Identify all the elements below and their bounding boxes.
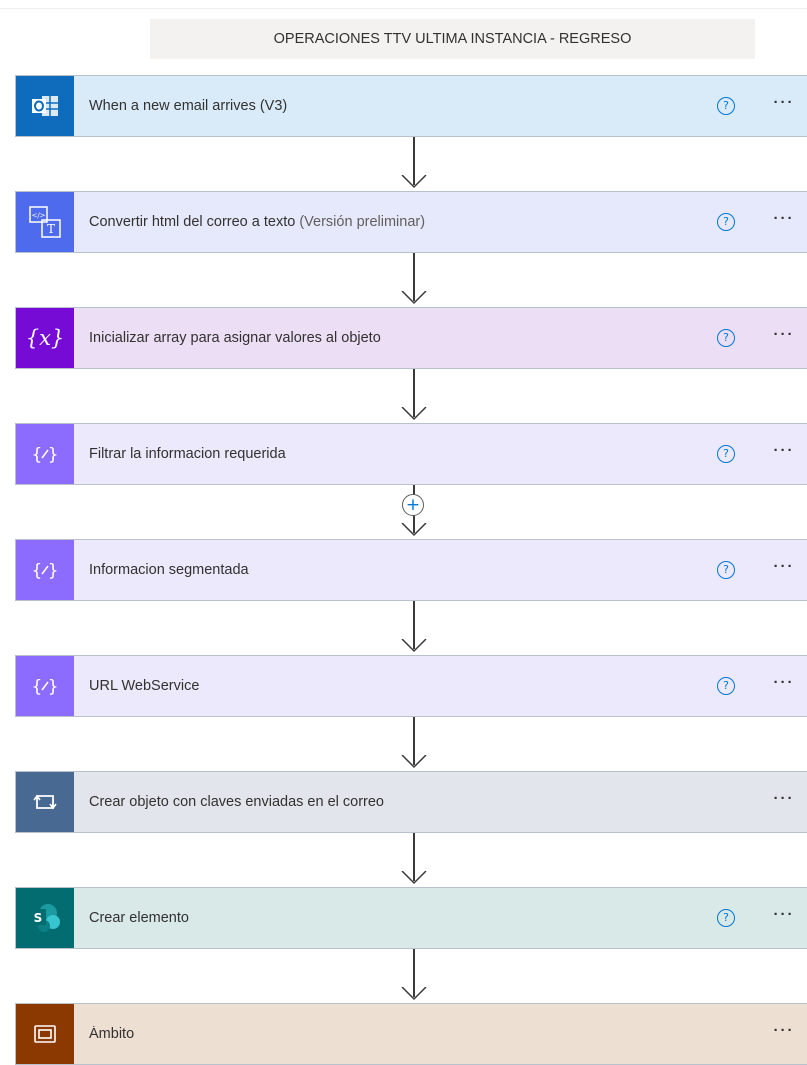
more-options-icon[interactable]: ··· bbox=[764, 443, 804, 462]
svg-text:T: T bbox=[47, 222, 55, 236]
more-options-icon[interactable]: ··· bbox=[764, 791, 804, 810]
connector-arrow bbox=[400, 949, 428, 1003]
connector-arrow bbox=[400, 253, 428, 307]
more-options-icon[interactable]: ··· bbox=[764, 1023, 804, 1042]
connector-arrow bbox=[400, 137, 428, 191]
more-options-icon[interactable]: ··· bbox=[764, 675, 804, 694]
step-card[interactable]: { } Filtrar la informacion requerida ? ·… bbox=[15, 423, 807, 485]
compose-icon: { } bbox=[16, 424, 74, 484]
svg-text:{x}: {x} bbox=[26, 326, 65, 350]
step-label: Inicializar array para asignar valores a… bbox=[89, 330, 381, 346]
help-icon[interactable]: ? bbox=[717, 329, 735, 347]
help-icon[interactable]: ? bbox=[717, 445, 735, 463]
step-label: Ámbito bbox=[89, 1026, 135, 1042]
step-card[interactable]: </> T Convertir html del correo a texto … bbox=[15, 191, 807, 253]
more-options-icon[interactable]: ··· bbox=[764, 559, 804, 578]
add-step-button[interactable]: + bbox=[402, 494, 424, 516]
step-card[interactable]: When a new email arrives (V3) ? ··· bbox=[15, 75, 807, 137]
step-card[interactable]: S Crear elemento ? ··· bbox=[15, 887, 807, 949]
compose-icon: { } bbox=[16, 656, 74, 716]
svg-text:</>: </> bbox=[31, 212, 45, 220]
help-icon[interactable]: ? bbox=[717, 909, 735, 927]
connector-arrow bbox=[400, 601, 428, 655]
help-icon[interactable]: ? bbox=[717, 561, 735, 579]
top-divider bbox=[0, 8, 807, 9]
more-options-icon[interactable]: ··· bbox=[764, 95, 804, 114]
help-icon[interactable]: ? bbox=[717, 97, 735, 115]
step-label: URL WebService bbox=[89, 678, 200, 694]
outlook-icon bbox=[16, 76, 74, 136]
connector-arrow bbox=[400, 369, 428, 423]
step-label: When a new email arrives (V3) bbox=[89, 98, 288, 114]
preview-tag: (Versión preliminar) bbox=[299, 214, 426, 230]
apply-to-each-icon bbox=[16, 772, 74, 832]
scope-icon bbox=[16, 1004, 74, 1064]
compose-icon: { } bbox=[16, 540, 74, 600]
svg-text:S: S bbox=[34, 911, 43, 925]
step-card[interactable]: Crear objeto con claves enviadas en el c… bbox=[15, 771, 807, 833]
connector-arrow bbox=[400, 833, 428, 887]
step-label: Crear objeto con claves enviadas en el c… bbox=[89, 794, 384, 810]
step-label: Convertir html del correo a texto (Versi… bbox=[89, 214, 426, 230]
help-icon[interactable]: ? bbox=[717, 677, 735, 695]
more-options-icon[interactable]: ··· bbox=[764, 907, 804, 926]
more-options-icon[interactable]: ··· bbox=[764, 327, 804, 346]
more-options-icon[interactable]: ··· bbox=[764, 211, 804, 230]
step-card[interactable]: {x} Inicializar array para asignar valor… bbox=[15, 307, 807, 369]
help-icon[interactable]: ? bbox=[717, 213, 735, 231]
connector-arrow bbox=[400, 717, 428, 771]
sharepoint-icon: S bbox=[16, 888, 74, 948]
step-label: Crear elemento bbox=[89, 910, 189, 926]
step-card[interactable]: { } Informacion segmentada ? ··· bbox=[15, 539, 807, 601]
step-label: Filtrar la informacion requerida bbox=[89, 446, 286, 462]
html-to-text-icon: </> T bbox=[16, 192, 74, 252]
variable-icon: {x} bbox=[16, 308, 74, 368]
flow-title: OPERACIONES TTV ULTIMA INSTANCIA - REGRE… bbox=[150, 19, 755, 59]
step-card[interactable]: Ámbito ··· bbox=[15, 1003, 807, 1065]
step-card[interactable]: { } URL WebService ? ··· bbox=[15, 655, 807, 717]
step-label: Informacion segmentada bbox=[89, 562, 249, 578]
